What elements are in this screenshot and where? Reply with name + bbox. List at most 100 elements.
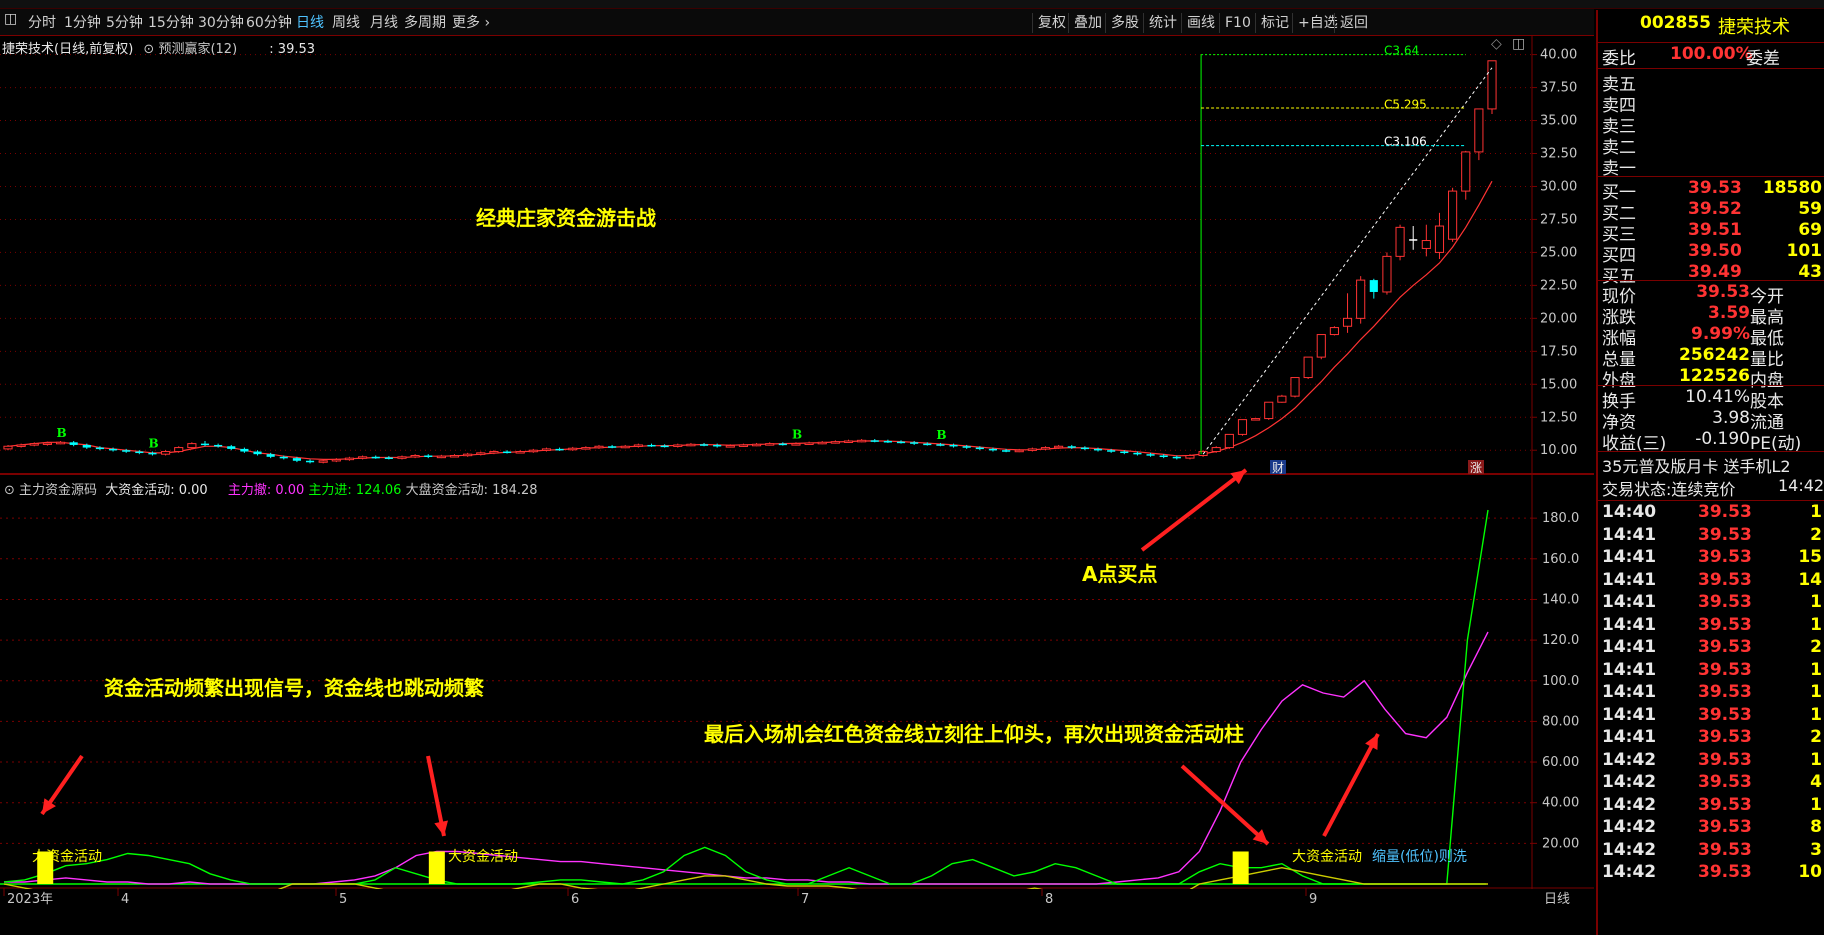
candle-body [1277, 395, 1287, 403]
tab-1min[interactable]: 1分钟 [64, 12, 101, 32]
annotation-buy: A点买点 [1082, 562, 1158, 586]
candle-body [174, 447, 184, 453]
back-button[interactable]: 返回 [1334, 13, 1373, 33]
mark-button[interactable]: 标记 [1255, 13, 1294, 33]
tick-price: 39.53 [1698, 659, 1752, 680]
chart-title: 捷荣技术(日线,前复权) [2, 42, 134, 57]
diamond-icon[interactable]: ◇ [1491, 36, 1502, 52]
candle-body [817, 441, 827, 445]
indicator-value: : 39.53 [269, 42, 316, 57]
tab-30min[interactable]: 30分钟 [198, 12, 244, 32]
candle-body [528, 449, 538, 453]
tick-row: 14:41 39.53 1 [1600, 592, 1824, 614]
y-tick-label: 17.50 [1540, 344, 1577, 359]
x-tick-label: 4 [121, 892, 129, 907]
main-chart-header: 捷荣技术(日线,前复权) ⊙ 预测赢家(12) : 39.53 [2, 38, 315, 57]
multi-stock-button[interactable]: 多股 [1105, 13, 1144, 33]
candle-body [1290, 377, 1300, 397]
candle-body [305, 460, 315, 463]
candle-body [541, 448, 552, 451]
tab-15min[interactable]: 15分钟 [148, 12, 194, 32]
y-tick-label: 120.0 [1542, 633, 1579, 648]
tab-fenshi[interactable]: 分时 [28, 12, 56, 32]
tab-multi-period[interactable]: 多周期 [404, 12, 446, 32]
window-icon[interactable]: ◫ [1512, 36, 1525, 52]
tick-volume: 10 [1798, 862, 1822, 882]
candle-body [161, 451, 171, 455]
tab-more[interactable]: 更多 › [452, 12, 490, 32]
candle-body [476, 452, 486, 455]
ad-banner[interactable]: 35元普及版月卡 送手机L2 [1600, 453, 1824, 477]
chevron-down-icon[interactable]: ⊙ [143, 42, 154, 57]
trend-line [1202, 67, 1493, 455]
candle-body [227, 446, 236, 449]
finance-value: -0.190 [1695, 429, 1750, 449]
candle-body [240, 448, 249, 452]
overlay-button[interactable]: 叠加 [1068, 13, 1107, 33]
candle-body [489, 451, 499, 454]
x-axis-labels: 2023年 4 5 6 7 8 9 日线 [0, 888, 1594, 935]
candle-body [936, 444, 945, 446]
candle-body [1237, 419, 1248, 435]
tick-time: 14:41 [1602, 524, 1657, 545]
candle-body [1264, 401, 1274, 420]
tab-daily[interactable]: 日线 [296, 12, 324, 32]
lower-indicator-lines [0, 509, 1489, 910]
buy-level-volume: 18580 [1762, 178, 1822, 198]
fuquan-button[interactable]: 复权 [1032, 13, 1071, 33]
tab-monthly[interactable]: 月线 [370, 12, 398, 32]
tab-60min[interactable]: 60分钟 [246, 12, 292, 32]
candle-body [923, 443, 932, 446]
candle-body [962, 446, 971, 448]
tick-time: 14:41 [1602, 637, 1657, 657]
sell-level-row[interactable]: 卖一 [1600, 154, 1824, 179]
candle-body [1382, 255, 1392, 293]
candle-body [515, 451, 525, 454]
stock-header: 002855 捷荣技术 [1600, 13, 1824, 39]
tick-row: 14:42 39.53 8 [1600, 817, 1824, 839]
red-arrow [1180, 764, 1270, 846]
tick-row: 14:41 39.53 2 [1600, 727, 1824, 749]
candle-body [318, 460, 328, 463]
candle-body [410, 454, 420, 458]
x-axis-bg [0, 889, 1594, 935]
signal-bar [1232, 851, 1249, 884]
finance-value: 3.98 [1712, 408, 1750, 428]
candle-body [16, 444, 26, 447]
candle-body [253, 451, 262, 455]
tab-5min[interactable]: 5分钟 [106, 12, 143, 32]
candle-body [713, 444, 722, 447]
finance-row: 收益(三) -0.190 PE(动) [1600, 429, 1824, 454]
tab-weekly[interactable]: 周线 [332, 12, 360, 32]
y-tick-label: 10.00 [1540, 443, 1577, 458]
buy-signal-marker: B [792, 427, 802, 441]
buy-level-volume: 59 [1798, 199, 1822, 219]
indicator-name[interactable]: 预测赢家(12) [158, 42, 237, 57]
panel-toggle-icon[interactable]: ◫ [4, 11, 17, 27]
y-tick-label: 15.00 [1540, 377, 1577, 392]
chevron-down-icon[interactable]: ⊙ [4, 483, 15, 498]
x-tick-label: 6 [571, 892, 579, 907]
window-top-strip [0, 0, 1824, 9]
x-tick-label: 9 [1309, 892, 1317, 907]
candle-body [647, 444, 656, 447]
candle-body [1040, 447, 1051, 450]
candle-body [1421, 240, 1431, 249]
main-withdraw-value: 主力撤: 0.00 [227, 483, 305, 498]
statistics-button[interactable]: 统计 [1143, 13, 1182, 33]
f10-button[interactable]: F10 [1219, 13, 1256, 33]
y-tick-label: 60.00 [1542, 755, 1579, 770]
tick-price: 39.53 [1698, 547, 1752, 567]
signal-bar [428, 851, 445, 884]
market-money-activity-value: 大盘资金活动: 184.28 [405, 483, 538, 498]
tick-volume: 2 [1810, 727, 1822, 747]
candle-body [95, 447, 105, 450]
level-label: C5.295 [1384, 98, 1427, 112]
period-toolbar: ◫ 分时 1分钟 5分钟 15分钟 30分钟 60分钟 日线 周线 月线 多周期… [0, 9, 1594, 36]
draw-line-button[interactable]: 画线 [1181, 13, 1220, 33]
y-tick-label: 25.00 [1540, 245, 1577, 260]
tick-time: 14:41 [1602, 704, 1657, 725]
candle-body [214, 444, 223, 447]
tick-time: 14:42 [1602, 749, 1657, 770]
lower-indicator-name[interactable]: 主力资金源码 [19, 483, 97, 498]
